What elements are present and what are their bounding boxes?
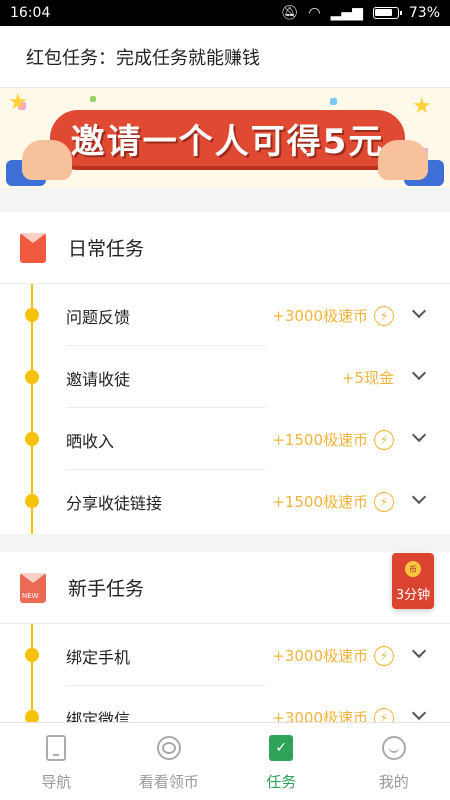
smile-icon [381,735,407,761]
spacer [0,188,450,212]
task-name: 绑定微信 [66,710,131,722]
task-name: 分享收徒链接 [66,494,163,513]
hand-right-icon [378,140,428,180]
task-feedback[interactable]: 问题反馈 +3000极速币 ⚡ [0,284,450,346]
task-reward: +3000极速币 ⚡ [272,707,394,722]
bolt-icon: ⚡ [374,429,394,450]
section-title: 日常任务 [68,238,145,260]
chevron-down-icon[interactable] [411,303,427,319]
task-name: 绑定手机 [66,648,131,667]
bolt-icon: ⚡ [374,491,394,512]
task-bind-phone[interactable]: 绑定手机 +3000极速币 ⚡ [0,624,450,686]
nav-label: 导航 [41,773,72,791]
reward-text: +3000极速币 [272,647,368,665]
status-time: 16:04 [10,5,51,21]
timeline-dot [25,494,39,508]
bolt-icon: ⚡ [374,305,394,326]
newbie-task-list: 绑定手机 +3000极速币 ⚡ 绑定微信 +3000极速币 ⚡ [0,624,450,722]
status-icons: 🔕︎ ◠ ▂▄▆ 73% [281,5,440,21]
reward-text: +3000极速币 [272,307,368,325]
task-reward: +3000极速币 ⚡ [272,645,394,666]
battery-icon [372,7,402,19]
coin-icon: 币 [405,561,421,577]
task-reward: +1500极速币 ⚡ [272,429,394,450]
nav-item-watch-coins[interactable]: 看看领币 [113,723,226,800]
timeline-dot [25,308,39,322]
daily-task-list: 问题反馈 +3000极速币 ⚡ 邀请收徒 +5现金 晒收入 +1500极速币 ⚡… [0,284,450,534]
timeline-dot [25,432,39,446]
bolt-icon: ⚡ [374,645,394,666]
timeline-dot [25,370,39,384]
reward-text: +5现金 [341,369,394,387]
packet-timer: 3分钟 [395,588,431,603]
phone-icon [43,735,69,761]
reward-text: +3000极速币 [272,709,368,722]
chevron-down-icon[interactable] [411,489,427,505]
mute-icon: 🔕︎ [280,5,299,21]
nav-item-navigation[interactable]: 导航 [0,723,113,800]
nav-label: 我的 [378,773,409,791]
eye-icon [156,735,182,761]
banner-text: 邀请一个人可得5元 [70,121,385,162]
reward-text: +1500极速币 [272,493,368,511]
page-title: 红包任务：完成任务就能赚钱 [0,26,450,88]
task-bind-wechat[interactable]: 绑定微信 +3000极速币 ⚡ [0,686,450,722]
chevron-down-icon[interactable] [411,705,427,721]
envelope-icon [20,233,46,263]
task-icon: ✓ [268,735,294,761]
signal-icon: ▂▄▆ [330,5,363,21]
battery-percent: 73% [408,5,440,21]
new-badge-text: NEW [22,592,39,600]
confetti-icon [90,96,96,102]
nav-label: 看看领币 [138,773,199,791]
chevron-down-icon[interactable] [411,643,427,659]
task-reward: +3000极速币 ⚡ [272,305,394,326]
nav-item-mine[interactable]: 我的 [338,723,450,800]
task-reward: +1500极速币 ⚡ [272,491,394,512]
chevron-down-icon[interactable] [411,427,427,443]
timeline-dot [25,648,39,662]
task-name: 邀请收徒 [66,370,131,389]
new-badge-icon: NEW [20,573,46,603]
hand-left-icon [22,140,72,180]
task-share-link[interactable]: 分享收徒链接 +1500极速币 ⚡ [0,470,450,532]
section-title: 新手任务 [68,578,145,600]
chevron-down-icon[interactable] [411,365,427,381]
task-name: 晒收入 [66,432,115,451]
task-name: 问题反馈 [66,308,131,327]
confetti-icon [330,98,337,105]
section-daily-tasks: 日常任务 [0,212,450,284]
reward-text: +1500极速币 [272,431,368,449]
task-show-income[interactable]: 晒收入 +1500极速币 ⚡ [0,408,450,470]
nav-item-tasks[interactable]: ✓ 任务 [225,723,338,800]
bolt-icon: ⚡ [374,707,394,722]
timeline-dot [25,710,39,722]
task-reward: +5现金 [342,367,394,388]
star-icon: ★ [412,94,432,119]
status-bar: 16:04 🔕︎ ◠ ▂▄▆ 73% [0,0,450,26]
banner-ribbon: 邀请一个人可得5元 [50,110,405,166]
section-newbie-tasks: NEW 新手任务 [0,552,450,624]
floating-red-packet[interactable]: 币 3分钟 [392,553,434,609]
invite-banner[interactable]: ★ ★ 邀请一个人可得5元 [0,88,450,188]
task-invite-apprentice[interactable]: 邀请收徒 +5现金 [0,346,450,408]
bottom-nav: 导航 看看领币 ✓ 任务 我的 [0,722,450,800]
wifi-icon: ◠ [308,5,321,21]
star-icon: ★ [8,90,28,115]
nav-label: 任务 [266,773,297,791]
